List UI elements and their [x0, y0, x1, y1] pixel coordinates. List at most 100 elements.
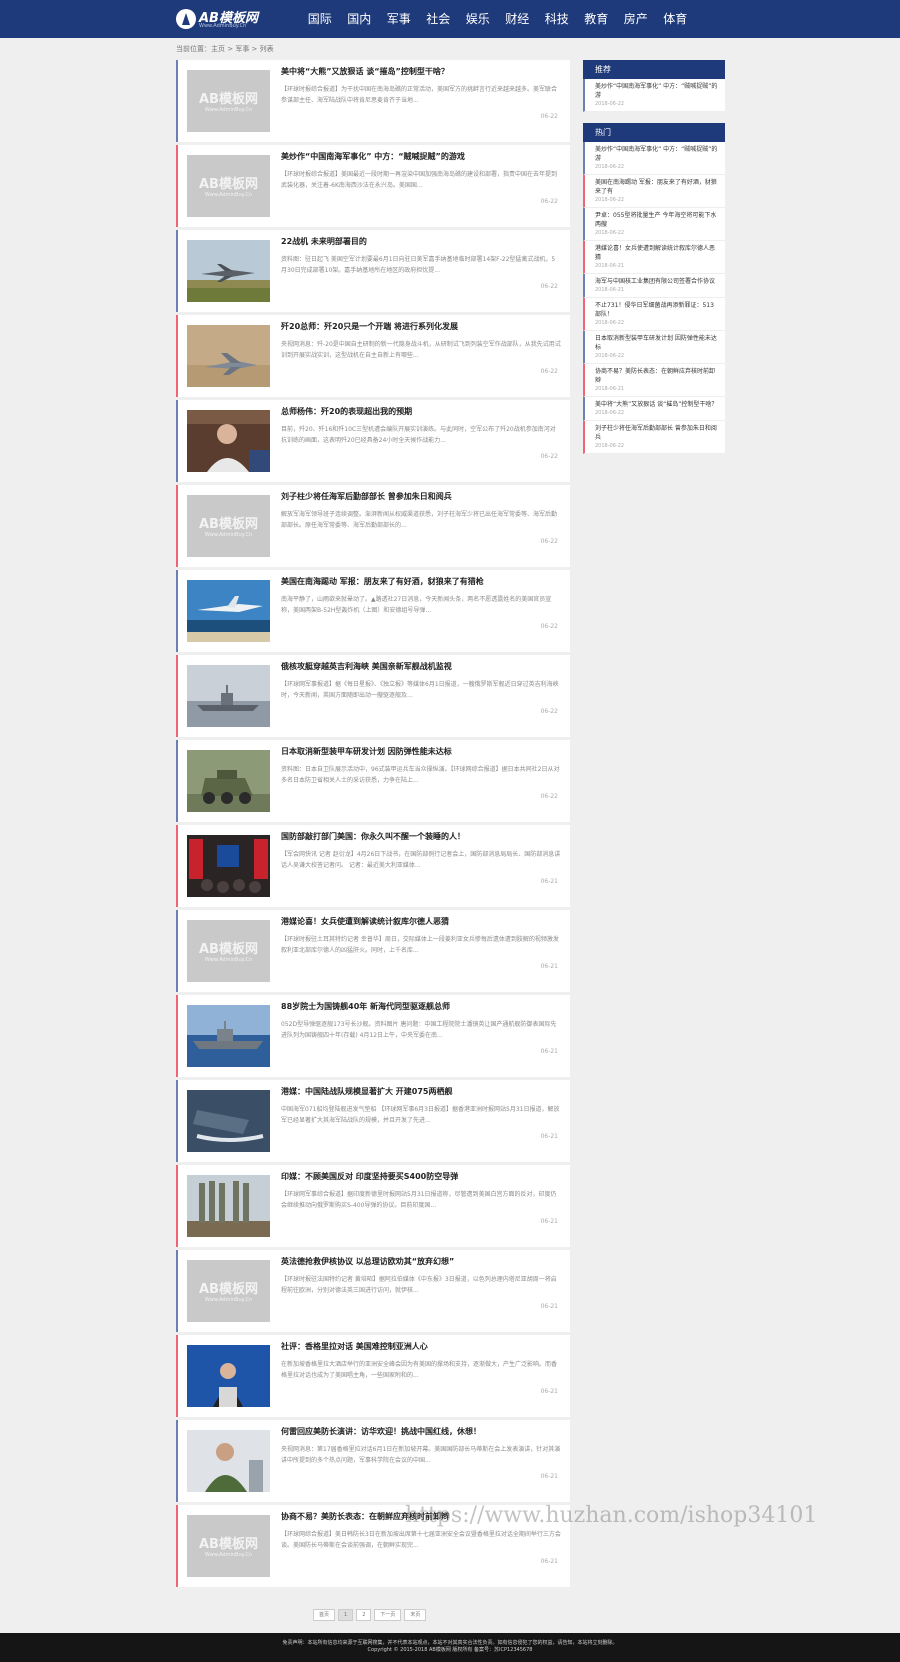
article-title-link[interactable]: 日本取消新型装甲车研发计划 因防弹性能未达标 [281, 746, 561, 757]
sidebar-item-title[interactable]: 美国在南海踢动 军报：朋友来了有好酒，豺狼来了有 [595, 178, 719, 196]
article-thumbnail[interactable] [187, 580, 270, 642]
article-thumbnail[interactable]: AB模板网 Www.AdminBuy.Cn [187, 155, 270, 217]
article-thumbnail[interactable] [187, 1175, 270, 1237]
article-thumbnail[interactable] [187, 410, 270, 472]
article-summary: 【军会网快讯 记者 赵衍龙】4月26日下战书，在国防部例行记者会上，国防部消息局… [281, 851, 561, 869]
placeholder-logo-sub: Www.AdminBuy.Cn [204, 1297, 253, 1303]
article-thumbnail[interactable] [187, 325, 270, 387]
article-title-link[interactable]: 国防部敲打部门美国：你永久叫不醒一个装睡的人！ [281, 831, 561, 842]
article-title-link[interactable]: 总师杨伟：歼20的表现超出我的预期 [281, 406, 561, 417]
list-item[interactable]: 印媒：不顾美国反对 印度坚持要买S400防空导弹 【环球网军事综合报道】据印度新德… [176, 1165, 570, 1247]
article-thumbnail[interactable] [187, 240, 270, 302]
article-title-link[interactable]: 88岁院士为国铸舰40年 新海代同型驱逐舰总师 [281, 1001, 561, 1012]
article-title-link[interactable]: 印媒：不顾美国反对 印度坚持要买S400防空导弹 [281, 1171, 561, 1182]
sidebar-list-item[interactable]: 刘子柱少将任海军后勤部部长 曾参加朱日和阅兵 2018-06-22 [583, 421, 725, 454]
article-title-link[interactable]: 何雷回应美防长演讲：访华欢迎！挑战中国红线，休想！ [281, 1426, 561, 1437]
sidebar-list-item[interactable]: 不止731！侵华日军细菌战再添新罪证：513部队！ 2018-06-22 [583, 298, 725, 331]
article-thumbnail[interactable]: AB模板网 Www.AdminBuy.Cn [187, 920, 270, 982]
sidebar-list-item[interactable]: 美国在南海踢动 军报：朋友来了有好酒，豺狼来了有 2018-06-22 [583, 175, 725, 208]
list-item[interactable]: AB模板网 Www.AdminBuy.Cn 美炒作“中国南海军事化” 中方：“贼喊捉… [176, 145, 570, 227]
pagination-link[interactable]: 末页 [404, 1609, 427, 1621]
article-thumbnail[interactable]: AB模板网 Www.AdminBuy.Cn [187, 1260, 270, 1322]
nav-item[interactable]: 教育 [577, 0, 617, 38]
article-thumbnail[interactable] [187, 835, 270, 897]
list-item[interactable]: 何雷回应美防长演讲：访华欢迎！挑战中国红线，休想！ 央视网消息：第17届香格里拉对… [176, 1420, 570, 1502]
sidebar-item-title[interactable]: 日本取消新型装甲车研发计划 因防弹性能未达标 [595, 334, 719, 352]
sidebar-item-title[interactable]: 海军与中国核工业集团有限公司签署合作协议 [595, 277, 719, 286]
article-date: 06-22 [540, 538, 558, 545]
article-title-link[interactable]: 美中将“大熊”又放狠话 谈“摧岛”控制型干啥？ [281, 66, 561, 77]
list-item[interactable]: AB模板网 Www.AdminBuy.Cn 美中将“大熊”又放狠话 谈“摧岛”控制型… [176, 60, 570, 142]
article-title-link[interactable]: 美国在南海踢动 军报：朋友来了有好酒，豺狼来了有猎枪 [281, 576, 561, 587]
sidebar-item-title[interactable]: 协商不易？美防长表态：在朝鲜应弃核时前卸辫 [595, 367, 719, 385]
sidebar-item-date: 2018-06-22 [595, 320, 625, 326]
sidebar-item-title[interactable]: 刘子柱少将任海军后勤部部长 曾参加朱日和阅兵 [595, 424, 719, 442]
sidebar-item-title[interactable]: 美炒作“中国南海军事化” 中方：“贼喊捉贼”的游 [595, 145, 719, 163]
nav-item[interactable]: 体育 [656, 0, 696, 38]
article-title-link[interactable]: 港媒论喜！女兵使遭到解读统计叙库尔德人恶猜 [281, 916, 561, 927]
list-item[interactable]: 88岁院士为国铸舰40年 新海代同型驱逐舰总师 052D型导弹驱逐舰173号长沙舰… [176, 995, 570, 1077]
pagination-link[interactable]: 下一页 [374, 1609, 402, 1621]
list-item[interactable]: 国防部敲打部门美国：你永久叫不醒一个装睡的人！ 【军会网快讯 记者 赵衍龙】4月2… [176, 825, 570, 907]
article-thumbnail[interactable]: AB模板网 Www.AdminBuy.Cn [187, 70, 270, 132]
article-title-link[interactable]: 社评：香格里拉对话 美国难控制亚洲人心 [281, 1341, 561, 1352]
article-thumbnail[interactable] [187, 750, 270, 812]
list-item[interactable]: 港媒：中国陆战队规模显著扩大 开建075两栖舰 中国海军071船均登陆舰进发气垫船… [176, 1080, 570, 1162]
pagination-link[interactable]: 首页 [313, 1609, 336, 1621]
article-title-link[interactable]: 歼20总师：歼20只是一个开端 将进行系列化发展 [281, 321, 561, 332]
sidebar-list-item[interactable]: 美炒作“中国南海军事化” 中方：“贼喊捉贼”的游 2018-06-22 [583, 142, 725, 175]
nav-item[interactable]: 国际 [300, 0, 340, 38]
list-item[interactable]: 美国在南海踢动 军报：朋友来了有好酒，豺狼来了有猎枪 南海平静了，山雨欲来就晕动了… [176, 570, 570, 652]
article-date: 06-21 [540, 1048, 558, 1055]
placeholder-logo-sub: Www.AdminBuy.Cn [204, 532, 253, 538]
list-item[interactable]: 俄核攻艇穿越英吉利海峡 美国亲新军舰战机监视 【环球网军事报道】据《每日星报》、《… [176, 655, 570, 737]
nav-item[interactable]: 军事 [379, 0, 419, 38]
pagination-link[interactable]: 2 [356, 1609, 372, 1621]
sidebar-hot: 热门 美炒作“中国南海军事化” 中方：“贼喊捉贼”的游 2018-06-22 美国在… [583, 123, 725, 454]
nav-item[interactable]: 科技 [537, 0, 577, 38]
article-title-link[interactable]: 港媒：中国陆战队规模显著扩大 开建075两栖舰 [281, 1086, 561, 1097]
list-item[interactable]: AB模板网 Www.AdminBuy.Cn 港媒论喜！女兵使遭到解读统计叙库尔德人恶… [176, 910, 570, 992]
list-item[interactable]: AB模板网 Www.AdminBuy.Cn 英法德抢救伊核协议 以总理访欧劝其“放弃… [176, 1250, 570, 1332]
article-thumbnail[interactable] [187, 1090, 270, 1152]
nav-item[interactable]: 社会 [419, 0, 459, 38]
site-logo[interactable]: AB模板网 Www.AdminBuy.Cn [176, 7, 268, 31]
nav-item[interactable]: 财经 [498, 0, 538, 38]
article-thumbnail[interactable] [187, 1005, 270, 1067]
article-title-link[interactable]: 22战机 未来明部署目的 [281, 236, 561, 247]
article-thumbnail[interactable] [187, 1430, 270, 1492]
sidebar-item-title[interactable]: 尹卓：055型将批量生产 今年海空将可能下水两艘 [595, 211, 719, 229]
sidebar-list-item[interactable]: 美炒作“中国南海军事化” 中方：“贼喊捉贼”的游 2018-06-22 [583, 79, 725, 112]
sidebar-item-title[interactable]: 港媒论喜！女兵使遭到解读统计叙库尔德人恶猜 [595, 244, 719, 262]
article-title-link[interactable]: 俄核攻艇穿越英吉利海峡 美国亲新军舰战机监视 [281, 661, 561, 672]
nav-item[interactable]: 房产 [616, 0, 656, 38]
list-item[interactable]: 总师杨伟：歼20的表现超出我的预期 目前，歼20、歼16和歼10C三型机遭会编队开… [176, 400, 570, 482]
article-summary: 央视网消息：歼-20是中国自主研制的新一代隐身战斗机，从研制试飞到列装空军作战部… [281, 341, 561, 359]
list-item[interactable]: AB模板网 Www.AdminBuy.Cn 刘子柱少将任海军后勤部部长 曾参加朱日和… [176, 485, 570, 567]
sidebar-list-item[interactable]: 协商不易？美防长表态：在朝鲜应弃核时前卸辫 2018-06-21 [583, 364, 725, 397]
sidebar-list-item[interactable]: 尹卓：055型将批量生产 今年海空将可能下水两艘 2018-06-22 [583, 208, 725, 241]
sidebar-list-item[interactable]: 港媒论喜！女兵使遭到解读统计叙库尔德人恶猜 2018-06-21 [583, 241, 725, 274]
sidebar-item-title[interactable]: 美炒作“中国南海军事化” 中方：“贼喊捉贼”的游 [595, 82, 719, 100]
article-title-link[interactable]: 英法德抢救伊核协议 以总理访欧劝其“放弃幻想” [281, 1256, 561, 1267]
sidebar-list-item[interactable]: 海军与中国核工业集团有限公司签署合作协议 2018-06-21 [583, 274, 725, 298]
article-thumbnail[interactable] [187, 1345, 270, 1407]
list-item[interactable]: 22战机 未来明部署目的 资料图：驻日起飞 美国空军计划要最6月1日向驻日美军嘉手… [176, 230, 570, 312]
nav-item[interactable]: 国内 [340, 0, 380, 38]
article-title-link[interactable]: 美炒作“中国南海军事化” 中方：“贼喊捉贼”的游戏 [281, 151, 561, 162]
sidebar-item-title[interactable]: 不止731！侵华日军细菌战再添新罪证：513部队！ [595, 301, 719, 319]
sidebar-list-item[interactable]: 美中将“大熊”又放狠话 谈“摧岛”控制型干啥？ 2018-06-22 [583, 397, 725, 421]
list-item[interactable]: 社评：香格里拉对话 美国难控制亚洲人心 在新加坡香格里拉大酒店举行的亚洲安全峰会因… [176, 1335, 570, 1417]
sidebar-item-title[interactable]: 美中将“大熊”又放狠话 谈“摧岛”控制型干啥？ [595, 400, 719, 409]
list-item[interactable]: 歼20总师：歼20只是一个开端 将进行系列化发展央视网消息：歼-20是中国自主研… [176, 315, 570, 397]
sidebar-list-item[interactable]: 日本取消新型装甲车研发计划 因防弹性能未达标 2018-06-22 [583, 331, 725, 364]
article-thumbnail[interactable] [187, 665, 270, 727]
nav-item[interactable]: 娱乐 [458, 0, 498, 38]
article-title-link[interactable]: 刘子柱少将任海军后勤部部长 曾参加朱日和阅兵 [281, 491, 561, 502]
list-item[interactable]: 日本取消新型装甲车研发计划 因防弹性能未达标 资料图：日本自卫队展示活动中，96式… [176, 740, 570, 822]
article-date: 06-21 [540, 1303, 558, 1310]
article-thumbnail[interactable]: AB模板网 Www.AdminBuy.Cn [187, 495, 270, 557]
sidebar-item-date: 2018-06-22 [595, 230, 625, 236]
article-thumbnail[interactable]: AB模板网 Www.AdminBuy.Cn [187, 1515, 270, 1577]
pagination-link[interactable]: 1 [338, 1609, 354, 1621]
